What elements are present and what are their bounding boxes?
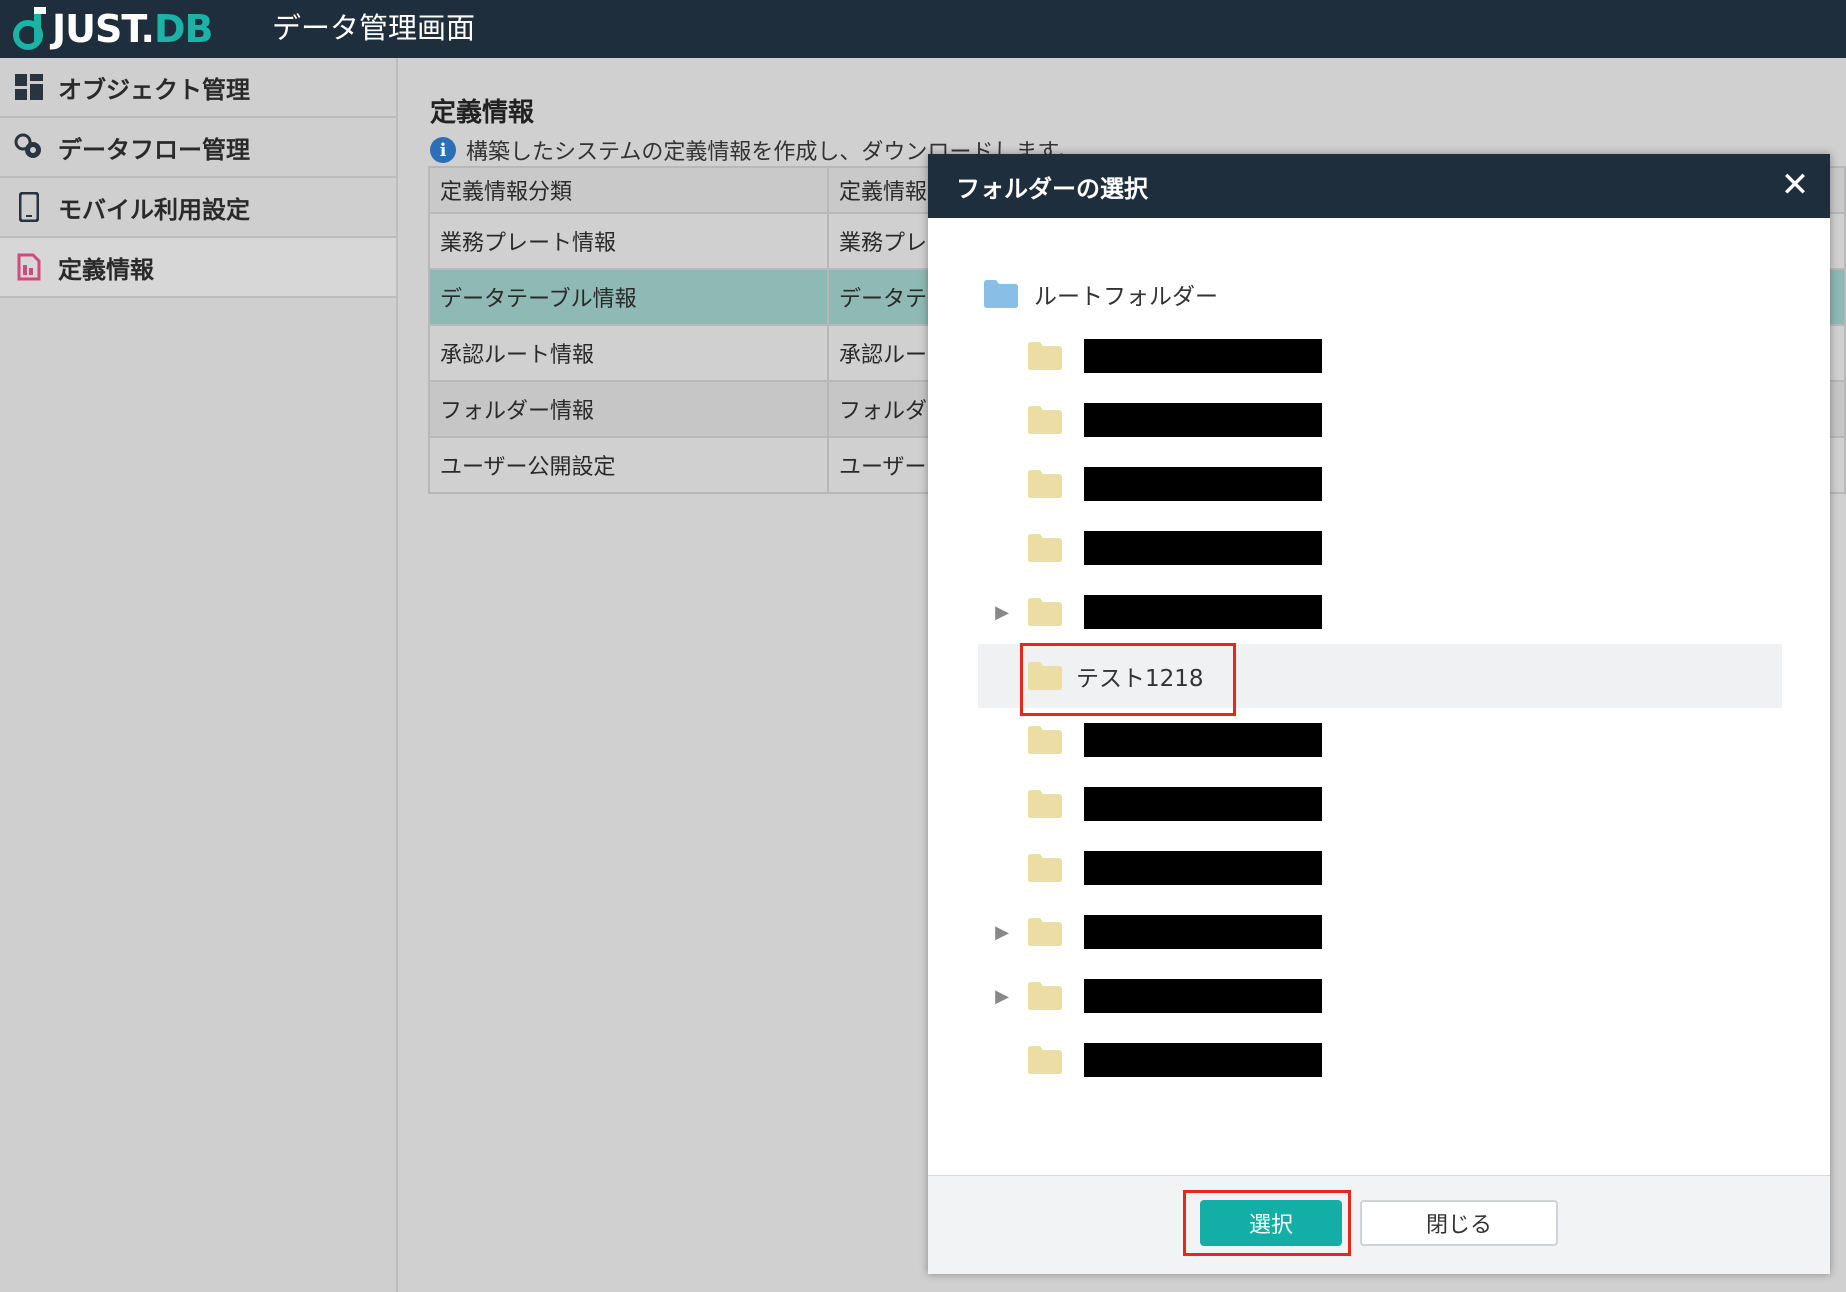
tree-folder-item[interactable] (978, 836, 1782, 900)
tree-folder-item[interactable] (978, 1028, 1782, 1092)
dataflow-icon (14, 132, 44, 162)
sidebar-item-definition-info[interactable]: 定義情報 (0, 238, 396, 298)
redacted-folder-name (1084, 723, 1322, 757)
info-icon: i (430, 137, 456, 163)
tree-folder-item[interactable] (978, 388, 1782, 452)
app-title: データ管理画面 (272, 11, 476, 45)
top-bar: JUST.DB データ管理画面 (0, 0, 1846, 58)
table-cell: ユーザー公開設定 (428, 436, 829, 494)
folder-icon (1028, 342, 1062, 370)
expand-arrow-icon[interactable]: ▶ (994, 922, 1010, 943)
table-cell: 業務プレート情報 (428, 212, 829, 270)
annotation-box-folder (1020, 643, 1236, 716)
sidebar-item-label: データフロー管理 (58, 135, 250, 164)
folder-icon (1028, 982, 1062, 1010)
redacted-folder-name (1084, 915, 1322, 949)
redacted-folder-name (1084, 851, 1322, 885)
sidebar: オブジェクト管理 データフロー管理 モバイル利用設定 定義情報 (0, 58, 398, 1292)
logo-mark-icon (13, 7, 46, 50)
logo-text: JUST.DB (52, 7, 213, 51)
table-cell: フォルダー情報 (428, 380, 829, 438)
tree-folder-item[interactable]: ▶ (978, 580, 1782, 644)
folder-select-dialog: フォルダーの選択 ✕ ルートフォルダー ▶ テスト1218 ▶ ▶ 選択 閉じる (928, 154, 1830, 1274)
app-logo[interactable]: JUST.DB (12, 2, 242, 56)
dialog-header: フォルダーの選択 ✕ (928, 154, 1830, 218)
sidebar-item-mobile-settings[interactable]: モバイル利用設定 (0, 178, 396, 238)
tree-folder-item[interactable] (978, 516, 1782, 580)
column-header: 定義情報分類 (428, 166, 829, 214)
redacted-folder-name (1084, 467, 1322, 501)
redacted-folder-name (1084, 595, 1322, 629)
redacted-folder-name (1084, 979, 1322, 1013)
redacted-folder-name (1084, 339, 1322, 373)
folder-icon (1028, 598, 1062, 626)
tree-folder-item[interactable] (978, 708, 1782, 772)
annotation-box-select (1183, 1190, 1351, 1256)
tree-folder-item[interactable]: ▶ (978, 964, 1782, 1028)
mobile-icon (14, 192, 44, 222)
redacted-folder-name (1084, 403, 1322, 437)
folder-icon (1028, 470, 1062, 498)
sidebar-item-label: 定義情報 (58, 255, 154, 284)
tree-folder-item[interactable] (978, 772, 1782, 836)
tree-root-folder[interactable]: ルートフォルダー (978, 264, 1782, 324)
table-cell: 承認ルート情報 (428, 324, 829, 382)
folder-icon (1028, 1046, 1062, 1074)
dashboard-icon (14, 72, 44, 102)
table-cell: データテーブル情報 (428, 268, 829, 326)
sidebar-item-dataflow-management[interactable]: データフロー管理 (0, 118, 396, 178)
close-icon[interactable]: ✕ (1778, 168, 1812, 202)
dialog-footer: 選択 閉じる (928, 1175, 1830, 1274)
tree-folder-item[interactable]: ▶ (978, 900, 1782, 964)
folder-icon (1028, 406, 1062, 434)
folder-icon (1028, 918, 1062, 946)
redacted-folder-name (1084, 1043, 1322, 1077)
redacted-folder-name (1084, 787, 1322, 821)
folder-icon (1028, 790, 1062, 818)
sidebar-item-label: オブジェクト管理 (58, 75, 250, 104)
dialog-title: フォルダーの選択 (956, 174, 1148, 203)
tree-folder-item[interactable] (978, 452, 1782, 516)
expand-arrow-icon[interactable]: ▶ (994, 602, 1010, 623)
tree-folder-item[interactable] (978, 324, 1782, 388)
page-title: 定義情報 (430, 98, 535, 128)
close-button[interactable]: 閉じる (1360, 1200, 1558, 1246)
redacted-folder-name (1084, 531, 1322, 565)
folder-icon (984, 280, 1018, 308)
folder-icon (1028, 534, 1062, 562)
expand-arrow-icon[interactable]: ▶ (994, 986, 1010, 1007)
sidebar-item-label: モバイル利用設定 (58, 195, 250, 224)
folder-icon (1028, 854, 1062, 882)
folder-icon (1028, 726, 1062, 754)
sidebar-item-object-management[interactable]: オブジェクト管理 (0, 58, 396, 118)
definition-icon (14, 252, 44, 282)
root-folder-label: ルートフォルダー (1034, 284, 1218, 310)
